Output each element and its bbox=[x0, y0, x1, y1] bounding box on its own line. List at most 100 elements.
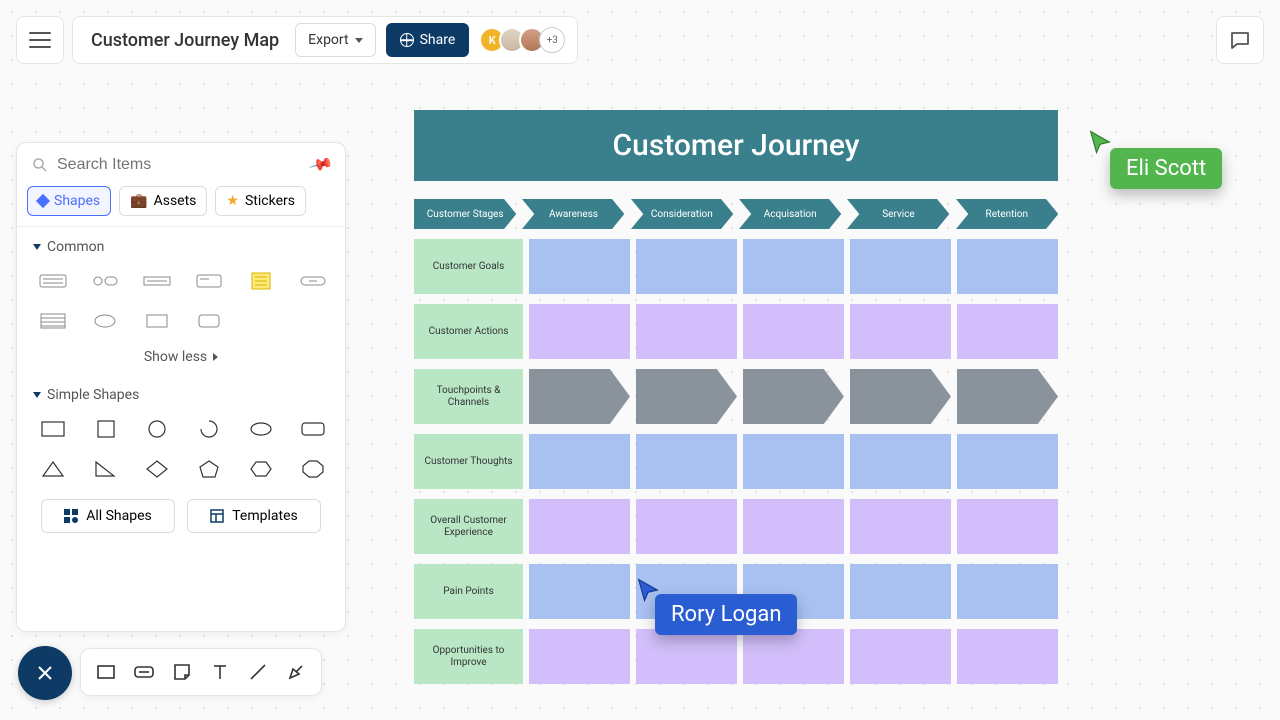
section-label: Simple Shapes bbox=[47, 387, 139, 403]
journey-cell[interactable] bbox=[529, 434, 630, 489]
journey-cell[interactable] bbox=[957, 629, 1058, 684]
shape-pill[interactable] bbox=[293, 267, 333, 295]
collaborator-avatars[interactable]: K +3 bbox=[479, 27, 565, 53]
templates-button[interactable]: Templates bbox=[187, 499, 321, 533]
row-label[interactable]: Pain Points bbox=[414, 564, 523, 619]
journey-cell[interactable] bbox=[850, 499, 951, 554]
journey-cell[interactable] bbox=[743, 434, 844, 489]
row-label[interactable]: Opportunities to Improve bbox=[414, 629, 523, 684]
journey-cell[interactable] bbox=[636, 304, 737, 359]
shape-sticky[interactable] bbox=[241, 267, 281, 295]
globe-icon bbox=[400, 33, 414, 47]
avatar-more[interactable]: +3 bbox=[539, 27, 565, 53]
tool-pen[interactable] bbox=[285, 661, 307, 683]
journey-cell[interactable] bbox=[850, 629, 951, 684]
journey-cell[interactable] bbox=[529, 499, 630, 554]
stage-header[interactable]: Customer Stages bbox=[414, 199, 516, 229]
shape-connector[interactable] bbox=[85, 267, 125, 295]
tool-sticky-note[interactable] bbox=[171, 661, 193, 683]
shape-rounded-rect-simple[interactable] bbox=[293, 415, 333, 443]
shape-square[interactable] bbox=[85, 415, 125, 443]
tool-label[interactable] bbox=[133, 661, 155, 683]
section-common[interactable]: Common bbox=[29, 227, 333, 263]
stage-header[interactable]: Consideration bbox=[631, 199, 733, 229]
panel-scroll[interactable]: Common Show less Simple Shapes bbox=[17, 226, 345, 631]
shape-octagon[interactable] bbox=[293, 455, 333, 483]
shape-triangle[interactable] bbox=[33, 455, 73, 483]
journey-cell[interactable] bbox=[957, 304, 1058, 359]
all-shapes-button[interactable]: All Shapes bbox=[41, 499, 175, 533]
shape-hexagon[interactable] bbox=[241, 455, 281, 483]
templates-icon bbox=[210, 509, 224, 523]
stage-header[interactable]: Acquisation bbox=[739, 199, 841, 229]
journey-cell[interactable] bbox=[850, 434, 951, 489]
journey-cell[interactable] bbox=[850, 564, 951, 619]
shape-keyboard-flat[interactable] bbox=[137, 267, 177, 295]
journey-cell[interactable] bbox=[957, 239, 1058, 294]
shape-rounded-rect[interactable] bbox=[189, 307, 229, 335]
document-title[interactable]: Customer Journey Map bbox=[85, 30, 285, 51]
journey-cell[interactable] bbox=[636, 629, 737, 684]
export-button[interactable]: Export bbox=[295, 23, 375, 57]
shape-right-triangle[interactable] bbox=[85, 455, 125, 483]
shape-rect[interactable] bbox=[137, 307, 177, 335]
shape-ellipse-simple[interactable] bbox=[241, 415, 281, 443]
stage-header[interactable]: Awareness bbox=[522, 199, 624, 229]
tab-assets[interactable]: 💼Assets bbox=[119, 186, 207, 216]
journey-cell[interactable] bbox=[743, 304, 844, 359]
touchpoint-arrow[interactable] bbox=[850, 369, 951, 424]
search-input[interactable] bbox=[57, 156, 303, 174]
shape-rectangle[interactable] bbox=[33, 415, 73, 443]
touchpoint-arrow[interactable] bbox=[957, 369, 1058, 424]
briefcase-icon: 💼 bbox=[130, 193, 147, 209]
row-label[interactable]: Customer Actions bbox=[414, 304, 523, 359]
shape-arc[interactable] bbox=[189, 415, 229, 443]
section-simple[interactable]: Simple Shapes bbox=[29, 375, 333, 411]
tool-line[interactable] bbox=[247, 661, 269, 683]
journey-cell[interactable] bbox=[743, 499, 844, 554]
shape-table[interactable] bbox=[33, 307, 73, 335]
share-button[interactable]: Share bbox=[386, 23, 470, 57]
shape-card[interactable] bbox=[189, 267, 229, 295]
tab-stickers[interactable]: ★Stickers bbox=[215, 186, 306, 216]
show-less-button[interactable]: Show less bbox=[29, 339, 333, 375]
journey-cell[interactable] bbox=[636, 239, 737, 294]
touchpoint-arrow[interactable] bbox=[743, 369, 844, 424]
shape-pentagon[interactable] bbox=[189, 455, 229, 483]
shape-circle[interactable] bbox=[137, 415, 177, 443]
close-panel-button[interactable] bbox=[18, 646, 72, 700]
tool-text[interactable] bbox=[209, 661, 231, 683]
journey-cell[interactable] bbox=[529, 629, 630, 684]
journey-cell[interactable] bbox=[850, 304, 951, 359]
tab-shapes[interactable]: Shapes bbox=[27, 186, 111, 216]
journey-cell[interactable] bbox=[529, 564, 630, 619]
row-label[interactable]: Overall Customer Experience bbox=[414, 499, 523, 554]
shape-keyboard[interactable] bbox=[33, 267, 73, 295]
journey-cell[interactable] bbox=[529, 239, 630, 294]
touchpoint-arrow[interactable] bbox=[529, 369, 630, 424]
shape-ellipse[interactable] bbox=[85, 307, 125, 335]
journey-cell[interactable] bbox=[529, 304, 630, 359]
stage-header[interactable]: Service bbox=[847, 199, 949, 229]
journey-cell[interactable] bbox=[957, 499, 1058, 554]
tool-rectangle[interactable] bbox=[95, 661, 117, 683]
common-shapes-grid bbox=[29, 263, 333, 339]
journey-cell[interactable] bbox=[743, 239, 844, 294]
row-label[interactable]: Customer Goals bbox=[414, 239, 523, 294]
pin-icon[interactable]: 📌 bbox=[308, 151, 335, 177]
journey-cell[interactable] bbox=[957, 434, 1058, 489]
journey-cell[interactable] bbox=[850, 239, 951, 294]
row-label[interactable]: Customer Thoughts bbox=[414, 434, 523, 489]
comments-button[interactable] bbox=[1216, 16, 1264, 64]
journey-cell[interactable] bbox=[636, 434, 737, 489]
shape-diamond[interactable] bbox=[137, 455, 177, 483]
stage-header[interactable]: Retention bbox=[956, 199, 1058, 229]
journey-title[interactable]: Customer Journey bbox=[414, 110, 1058, 181]
journey-cell[interactable] bbox=[957, 564, 1058, 619]
journey-cell[interactable] bbox=[743, 629, 844, 684]
menu-button[interactable] bbox=[16, 16, 64, 64]
touchpoint-arrow[interactable] bbox=[636, 369, 737, 424]
export-label: Export bbox=[308, 32, 348, 48]
row-label[interactable]: Touchpoints & Channels bbox=[414, 369, 523, 424]
journey-cell[interactable] bbox=[636, 499, 737, 554]
